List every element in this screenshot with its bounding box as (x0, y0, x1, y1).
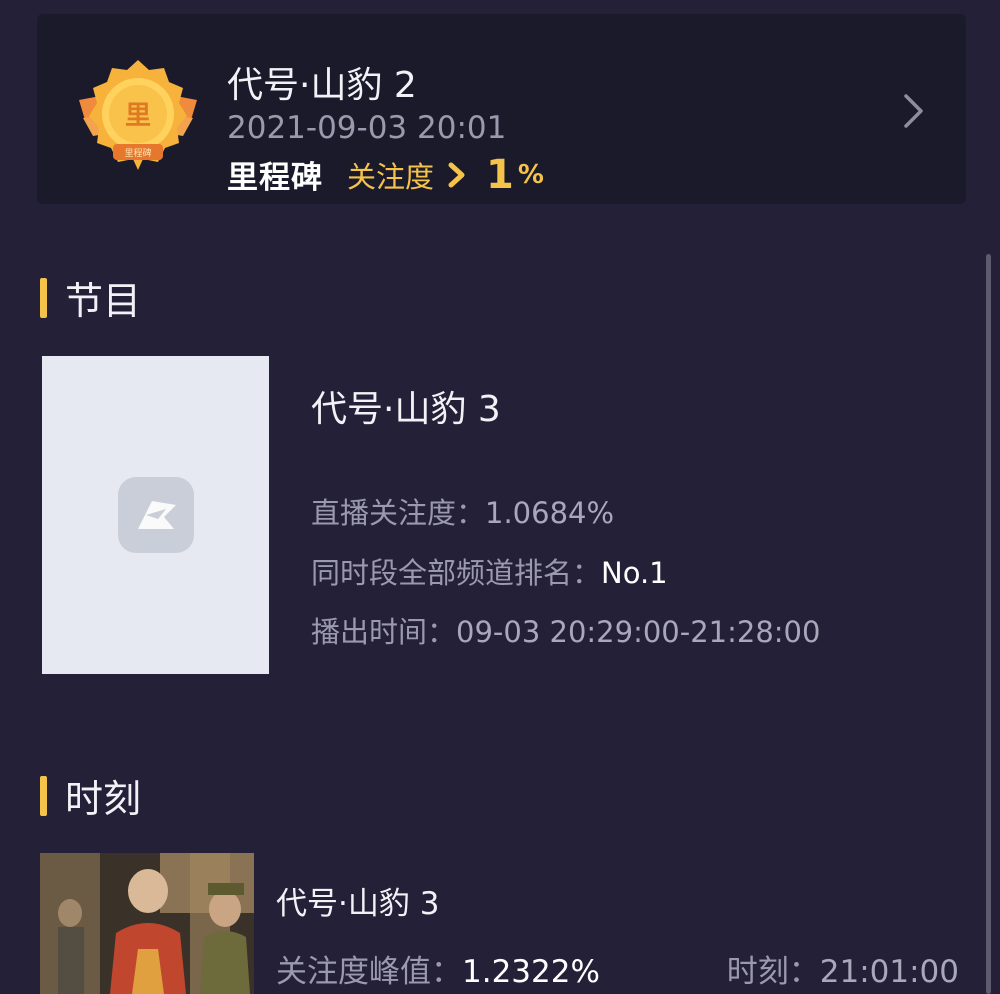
milestone-datetime: 2021-09-03 20:01 (227, 110, 507, 146)
chevron-right-icon (448, 162, 465, 187)
moment-time: 时刻：21:01:00 (726, 954, 959, 990)
program-section-heading: 节目 (40, 270, 141, 325)
milestone-card[interactable]: 里 里程碑 代号·山豹 2 2021-09-03 20:01 里程碑 关注度 1… (37, 14, 966, 204)
milestone-badge-word: 里程碑 (227, 160, 323, 196)
moment-title[interactable]: 代号·山豹 3 (276, 878, 439, 923)
svg-text:里程碑: 里程碑 (124, 147, 151, 159)
svg-text:里: 里 (125, 101, 151, 131)
moment-thumbnail[interactable] (40, 853, 254, 994)
section-title: 节目 (65, 279, 142, 323)
chevron-right-icon[interactable] (902, 92, 926, 130)
program-channel-rank: 同时段全部频道排名：No.1 (311, 556, 668, 590)
metric-unit: % (517, 159, 544, 190)
section-accent-bar (40, 277, 47, 318)
program-air-time: 播出时间：09-03 20:29:00-21:28:00 (311, 615, 821, 649)
milestone-title: 代号·山豹 2 (227, 65, 417, 106)
moment-peak-rating: 关注度峰值：1.2322% (276, 954, 600, 990)
metric-label: 关注度 (347, 159, 435, 194)
scrollbar[interactable] (986, 254, 991, 994)
placeholder-logo-icon (117, 477, 194, 553)
section-title: 时刻 (65, 777, 142, 821)
milestone-summary: 里程碑 关注度 1 % (227, 152, 544, 197)
program-poster[interactable] (42, 356, 269, 674)
section-accent-bar (40, 775, 47, 816)
program-live-rating: 直播关注度：1.0684% (311, 496, 615, 530)
moment-section-heading: 时刻 (40, 768, 141, 823)
program-title[interactable]: 代号·山豹 3 (311, 380, 501, 432)
metric-value: 1 (486, 151, 514, 198)
milestone-medal-icon: 里 里程碑 (79, 60, 197, 170)
